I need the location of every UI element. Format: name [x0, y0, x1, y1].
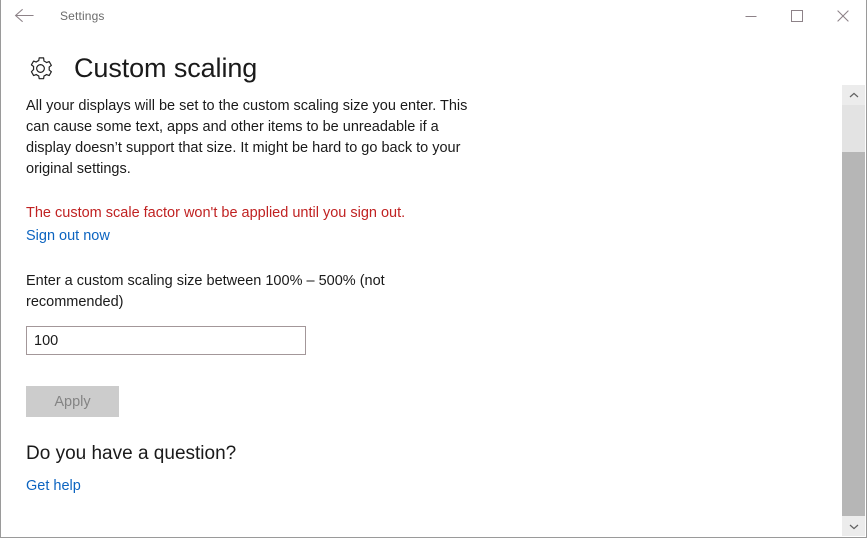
title-bar: Settings	[1, 0, 866, 31]
scrollbar-thumb[interactable]	[842, 105, 865, 152]
sign-out-now-link[interactable]: Sign out now	[26, 227, 110, 246]
question-heading: Do you have a question?	[26, 443, 237, 464]
page-title: Custom scaling	[74, 52, 258, 83]
chevron-up-icon	[849, 92, 859, 99]
custom-scale-input[interactable]	[26, 326, 306, 355]
minimize-icon	[745, 10, 757, 22]
chevron-down-icon	[849, 523, 859, 530]
get-help-link[interactable]: Get help	[26, 477, 81, 496]
settings-content: Custom scaling All your displays will be…	[1, 31, 866, 537]
settings-window: Settings Custom scaling All your display…	[0, 0, 867, 538]
back-arrow-icon	[14, 8, 34, 23]
close-button[interactable]	[820, 0, 866, 31]
maximize-button[interactable]	[774, 0, 820, 31]
vertical-scrollbar[interactable]	[842, 85, 865, 536]
page-header: Custom scaling	[1, 31, 866, 82]
apply-button[interactable]: Apply	[26, 386, 119, 417]
maximize-icon	[791, 9, 803, 22]
warning-message: The custom scale factor won't be applied…	[26, 205, 406, 221]
minimize-button[interactable]	[728, 0, 774, 31]
caption-buttons	[728, 0, 866, 31]
gear-icon	[26, 54, 54, 82]
back-button[interactable]	[1, 0, 46, 31]
scrollbar-down-button[interactable]	[842, 516, 865, 536]
close-icon	[837, 9, 849, 22]
window-title: Settings	[60, 8, 105, 23]
scrollbar-up-button[interactable]	[842, 85, 865, 105]
scale-field-label: Enter a custom scaling size between 100%…	[26, 273, 385, 310]
page-description: All your displays will be set to the cus…	[26, 98, 468, 177]
